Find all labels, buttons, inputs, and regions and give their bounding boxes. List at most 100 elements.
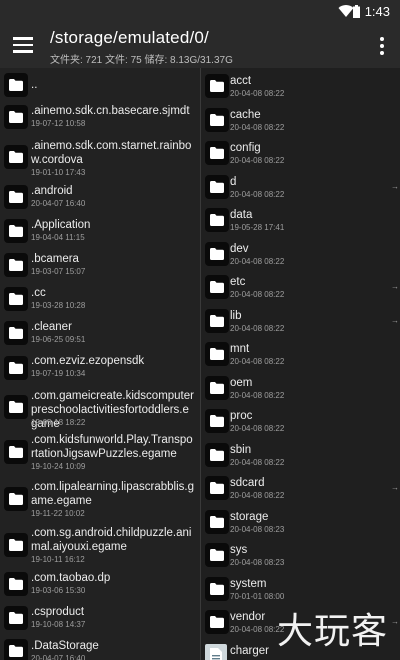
file-row[interactable]: oem 20-04-08 08:22 — [201, 372, 400, 404]
file-name: .com.sg.android.childpuzzle.animal.aiyou… — [31, 527, 192, 553]
file-row[interactable]: sdcard 20-04-08 08:22 → — [201, 472, 400, 504]
file-date: 19-07-19 10:34 — [31, 369, 86, 378]
file-row[interactable]: system 70-01-01 08:00 — [201, 573, 400, 605]
file-date: 19-05-28 17:41 — [230, 223, 285, 232]
file-name: config — [230, 142, 261, 154]
file-row[interactable]: .com.lipalearning.lipascrabblis.game.ega… — [0, 477, 200, 520]
file-row[interactable]: .com.gameicreate.kidscomputerpreschoolac… — [0, 386, 200, 430]
more-options-icon[interactable] — [380, 37, 384, 58]
folder-icon — [4, 533, 28, 557]
file-row[interactable]: sbin 20-04-08 08:22 — [201, 439, 400, 471]
file-row[interactable]: cache 20-04-08 08:22 — [201, 104, 400, 136]
file-name: sdcard — [230, 477, 265, 489]
file-date: 20-04-08 08:22 — [230, 89, 285, 98]
file-date: 19-07-12 10:58 — [31, 119, 86, 128]
file-row[interactable]: .cc 19-03-28 10:28 — [0, 283, 200, 315]
status-time: 1:43 — [364, 4, 390, 19]
file-date: 19-10-11 16:12 — [31, 555, 85, 564]
file-row[interactable]: acct 20-04-08 08:22 — [201, 70, 400, 102]
file-row[interactable]: storage 20-04-08 08:23 — [201, 506, 400, 538]
folder-icon — [4, 395, 28, 419]
folder-icon — [205, 376, 229, 400]
file-row[interactable]: .ainemo.sdk.cn.basecare.sjmdt 19-07-12 10… — [0, 101, 200, 133]
folder-icon — [4, 219, 28, 243]
file-name: .ainemo.sdk.com.starnet.rainbow.cordova — [31, 140, 192, 166]
file-row[interactable]: .com.taobao.dp 19-03-06 15:30 — [0, 568, 200, 600]
file-name: lib — [230, 310, 242, 322]
symlink-arrow-icon: → — [391, 282, 399, 291]
file-name: proc — [230, 410, 253, 422]
file-name: .Application — [31, 219, 91, 231]
file-name: .ainemo.sdk.cn.basecare.sjmdt — [31, 105, 190, 117]
folder-icon — [4, 606, 28, 630]
folder-icon — [205, 208, 229, 232]
file-date: 70-01-01 08:00 — [230, 592, 285, 601]
storage-stats: 文件夹: 721 文件: 75 储存: 8.13G/31.37G — [50, 55, 233, 66]
folder-icon — [205, 510, 229, 534]
watermark: 大玩客 — [276, 611, 388, 652]
wifi-icon — [338, 5, 354, 18]
file-row[interactable]: .DataStorage 20-04-07 16:40 — [0, 636, 200, 660]
file-date: 20-04-08 08:22 — [230, 424, 285, 433]
file-name: .DataStorage — [31, 640, 99, 652]
file-row[interactable]: mnt 20-04-08 08:22 — [201, 338, 400, 370]
file-row[interactable]: sys 20-04-08 08:23 — [201, 539, 400, 571]
file-name: sbin — [230, 444, 252, 456]
file-row[interactable]: dev 20-04-08 08:22 — [201, 238, 400, 270]
file-row[interactable]: .cleaner 19-06-25 09:51 — [0, 317, 200, 349]
battery-icon — [353, 5, 360, 18]
file-date: 19-10-08 14:37 — [31, 620, 86, 629]
file-name: dev — [230, 243, 249, 255]
left-file-pane[interactable]: .. .ainemo.sdk.cn.basecare.sjmdt 19-07-12 … — [0, 68, 201, 660]
folder-icon — [205, 443, 229, 467]
file-date: 19-05-18 18:22 — [31, 418, 86, 427]
file-date: 19-04-04 11:15 — [31, 233, 85, 242]
folder-icon — [205, 577, 229, 601]
file-date: 20-04-07 16:40 — [31, 654, 86, 660]
file-row[interactable]: .csproduct 19-10-08 14:37 — [0, 602, 200, 634]
file-row[interactable]: .bcamera 19-03-07 15:07 — [0, 249, 200, 281]
app-bar: /storage/emulated/0/ 文件夹: 721 文件: 75 储存:… — [0, 24, 400, 68]
file-name: storage — [230, 511, 269, 523]
file-date: 19-10-24 10:09 — [31, 462, 86, 471]
file-date: 19-11-22 10:02 — [31, 509, 85, 518]
folder-icon — [205, 141, 229, 165]
file-date: 20-04-08 08:23 — [230, 525, 285, 534]
file-row[interactable]: .com.ezviz.ezopensdk 19-07-19 10:34 — [0, 351, 200, 384]
file-row[interactable]: .. — [0, 73, 200, 97]
file-name: oem — [230, 377, 253, 389]
file-name: data — [230, 209, 253, 221]
file-name: d — [230, 176, 237, 188]
file-name: sys — [230, 544, 248, 556]
file-row[interactable]: proc 20-04-08 08:22 — [201, 405, 400, 437]
folder-icon — [205, 309, 229, 333]
folder-icon — [4, 321, 28, 345]
file-row[interactable]: .com.sg.android.childpuzzle.animal.aiyou… — [0, 523, 200, 566]
file-row[interactable]: data 19-05-28 17:41 — [201, 204, 400, 236]
file-row[interactable]: .ainemo.sdk.com.starnet.rainbow.cordova 1… — [0, 136, 200, 178]
folder-icon — [4, 185, 28, 209]
file-date: 20-04-08 08:22 — [230, 357, 285, 366]
file-row[interactable]: etc 20-04-08 08:22 → — [201, 271, 400, 303]
file-row[interactable]: lib 20-04-08 08:22 → — [201, 305, 400, 337]
file-name: .. — [31, 79, 38, 91]
file-name: .cleaner — [31, 321, 72, 333]
file-date: 20-04-08 08:22 — [230, 458, 285, 467]
symlink-arrow-icon: → — [391, 182, 399, 191]
file-name: etc — [230, 276, 246, 288]
file-row[interactable]: .android 20-04-07 16:40 — [0, 181, 200, 212]
symlink-arrow-icon: → — [391, 617, 399, 626]
folder-icon — [4, 639, 28, 660]
folder-icon — [4, 287, 28, 311]
menu-icon[interactable] — [12, 34, 34, 56]
file-date: 19-03-07 15:07 — [31, 267, 86, 276]
file-row[interactable]: .Application 19-04-04 11:15 — [0, 215, 200, 247]
file-date: 20-04-08 08:22 — [230, 156, 285, 165]
file-row[interactable]: d 20-04-08 08:22 → — [201, 171, 400, 203]
file-name: .com.kidsfunworld.Play.TransportationJig… — [31, 434, 193, 460]
right-file-pane[interactable]: acct 20-04-08 08:22 cache 20-04-08 08:22 con… — [201, 68, 400, 660]
file-row[interactable]: config 20-04-08 08:22 — [201, 137, 400, 169]
file-date: 20-04-08 08:22 — [230, 190, 285, 199]
file-row[interactable]: .com.kidsfunworld.Play.TransportationJig… — [0, 430, 200, 474]
current-path: /storage/emulated/0/ — [50, 28, 209, 47]
